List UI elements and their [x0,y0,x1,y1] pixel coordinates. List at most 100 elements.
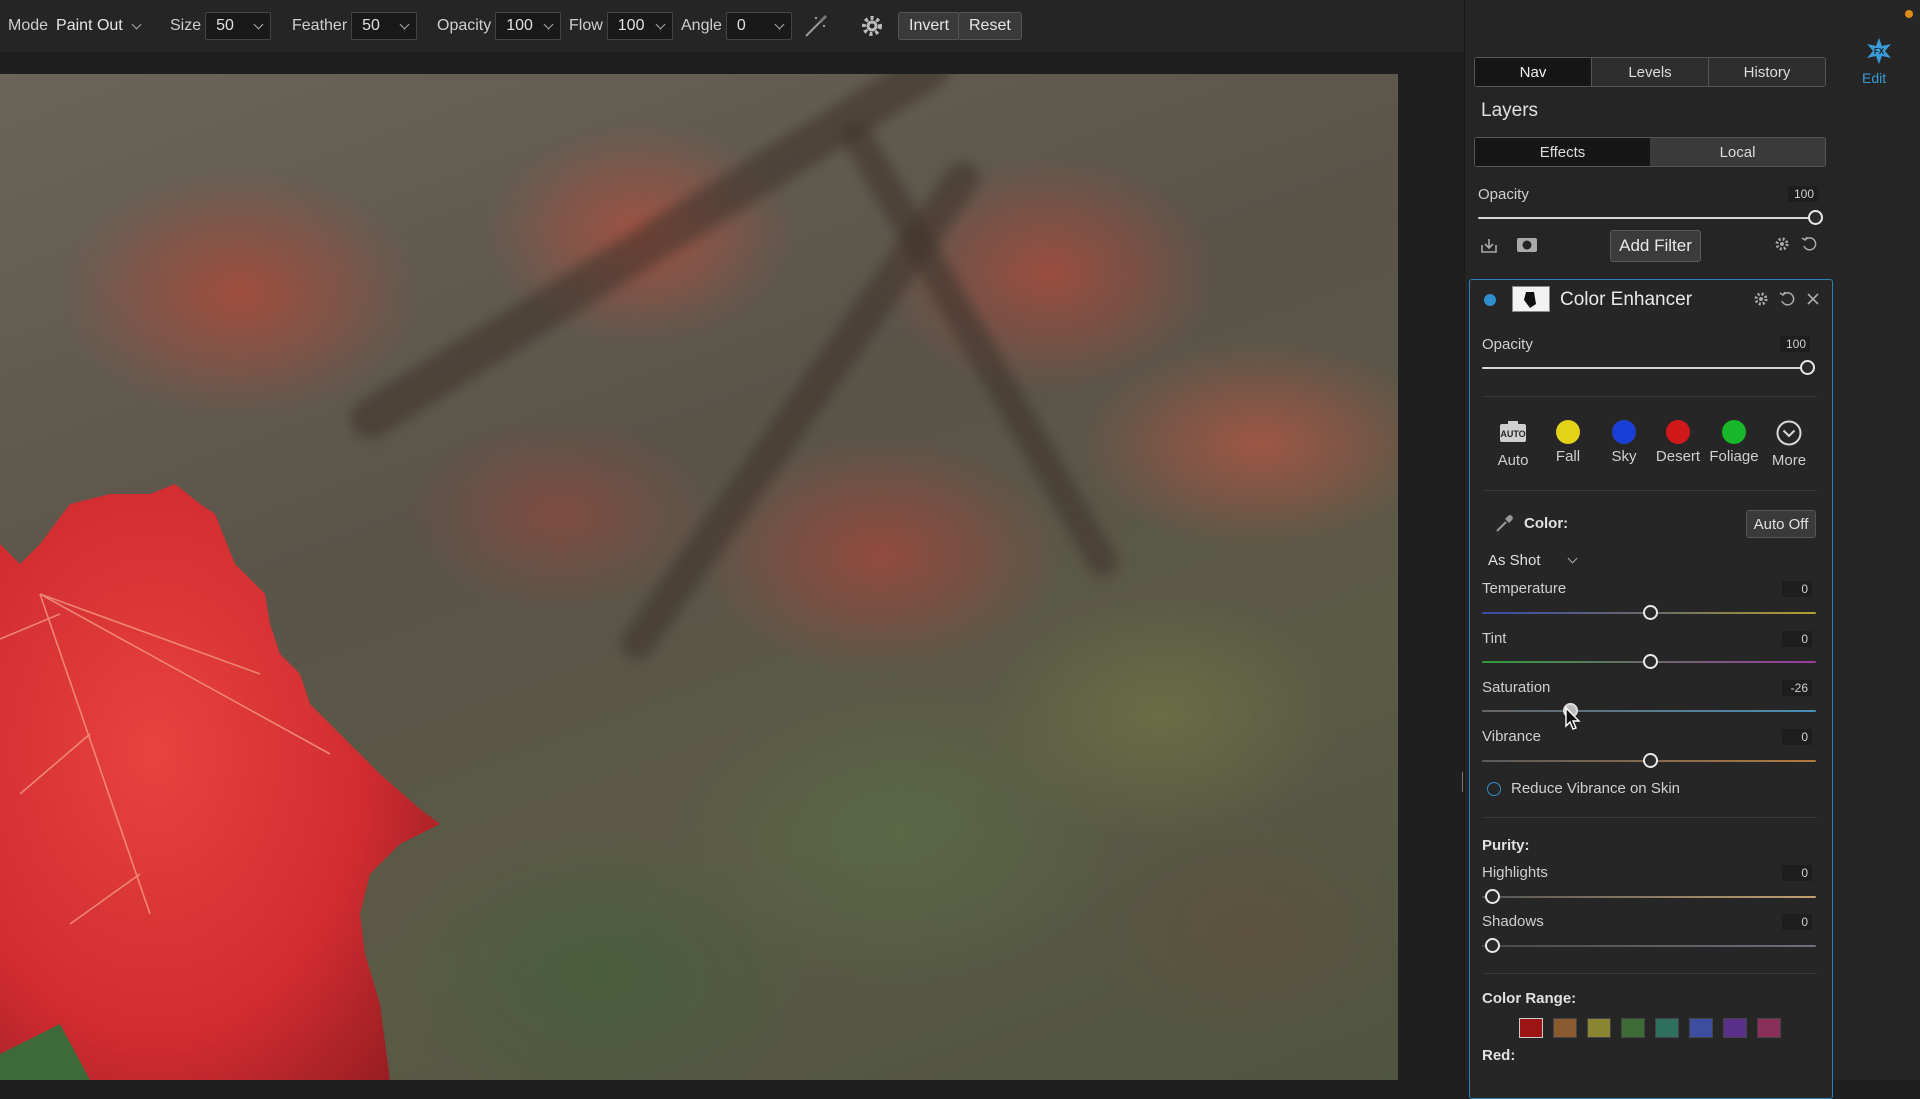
color-range-swatch-red[interactable] [1519,1018,1543,1038]
tab-nav[interactable]: Nav [1475,58,1592,86]
vibrance-handle[interactable] [1643,753,1658,768]
tab-history[interactable]: History [1709,58,1825,86]
foliage-color-dot [1722,420,1746,444]
angle-value: 0 [736,17,746,34]
color-range-swatch-yellow[interactable] [1587,1018,1611,1038]
preset-desert[interactable]: Desert [1651,420,1705,465]
color-section-label: Color: [1524,515,1569,532]
saturation-label: Saturation [1482,679,1551,696]
filter-reset-icon[interactable] [1779,291,1795,311]
radio-circle-icon [1487,781,1501,796]
auto-icon: AUTO [1500,421,1526,442]
auto-off-button[interactable]: Auto Off [1746,510,1816,538]
temperature-label: Temperature [1482,580,1567,597]
filter-opacity-track[interactable] [1482,367,1806,369]
color-range-swatch-magenta[interactable] [1757,1018,1781,1038]
preset-foliage[interactable]: Foliage [1707,420,1761,465]
saturation-track[interactable] [1482,710,1816,712]
mode-select[interactable]: Paint Out [56,17,142,35]
preset-sky[interactable]: Sky [1597,420,1651,465]
shadows-label: Shadows [1482,913,1544,930]
angle-label: Angle [681,17,722,34]
feather-select[interactable]: 50 [351,12,418,40]
edit-module-label[interactable]: Edit [1862,70,1886,86]
filter-opacity-label: Opacity [1482,336,1533,353]
opacity-select[interactable]: 100 [495,12,562,40]
invert-button[interactable]: Invert [898,12,961,40]
filter-enabled-toggle[interactable] [1483,293,1497,311]
mouse-cursor-icon [1564,706,1582,736]
filter-settings-gear-icon[interactable] [1753,291,1769,311]
chevron-down-icon [543,19,554,29]
divider [1483,490,1817,491]
reduce-vibrance-checkbox[interactable]: Reduce Vibrance on Skin [1487,780,1680,797]
color-range-label: Color Range: [1482,990,1577,1007]
layer-type-tabs: Effects Local [1474,137,1826,167]
image-canvas[interactable] [0,74,1398,1080]
layer-opacity-label: Opacity [1478,186,1529,203]
flow-select[interactable]: 100 [606,12,673,40]
tint-handle[interactable] [1643,654,1658,669]
color-range-swatch-orange[interactable] [1553,1018,1577,1038]
effects-module-icon[interactable]: FX [1864,36,1894,70]
white-balance-select[interactable]: As Shot [1488,552,1577,569]
tab-levels[interactable]: Levels [1592,58,1709,86]
preset-more-label: More [1771,452,1807,469]
layer-opacity-value[interactable]: 100 [1788,186,1818,202]
layer-settings-gear-icon[interactable] [1774,236,1790,256]
chevron-down-icon [774,19,785,29]
white-balance-value: As Shot [1488,552,1541,569]
filter-mask-thumbnail[interactable] [1512,286,1550,316]
desert-color-dot [1666,420,1690,444]
highlights-handle[interactable] [1485,889,1500,904]
chevron-down-icon [655,19,666,29]
highlights-value[interactable]: 0 [1782,865,1812,881]
reset-button[interactable]: Reset [958,12,1022,40]
angle-select[interactable]: 0 [725,12,792,40]
color-range-swatch-cyan[interactable] [1655,1018,1679,1038]
layer-opacity-handle[interactable] [1808,210,1823,225]
layer-opacity-track[interactable] [1478,217,1814,219]
flow-value: 100 [617,17,645,34]
shadows-track[interactable] [1482,945,1816,947]
feather-value: 50 [362,17,380,34]
layer-reset-icon[interactable] [1801,236,1817,256]
opacity-label: Opacity [437,17,492,34]
tint-value[interactable]: 0 [1782,631,1812,647]
fall-color-dot [1556,420,1580,444]
color-range-swatch-green[interactable] [1621,1018,1645,1038]
add-filter-button[interactable]: Add Filter [1610,230,1701,262]
color-range-swatch-blue[interactable] [1689,1018,1713,1038]
size-label: Size [170,17,202,34]
preset-fall[interactable]: Fall [1541,420,1595,465]
brush-picker-icon[interactable] [802,0,830,52]
temperature-value[interactable]: 0 [1782,581,1812,597]
highlights-label: Highlights [1482,864,1548,881]
vibrance-value[interactable]: 0 [1782,729,1812,745]
color-range-swatch-purple[interactable] [1723,1018,1747,1038]
import-layer-icon[interactable] [1480,237,1498,259]
feather-label: Feather [292,17,348,34]
brush-toolbar: Mode Paint Out Size 50 Feather 50 Opacit… [0,0,1464,52]
filter-opacity-handle[interactable] [1800,360,1815,375]
opacity-value: 100 [506,17,533,34]
filter-opacity-value[interactable]: 100 [1780,336,1810,352]
nav-tabs: Nav Levels History [1474,57,1826,87]
size-select[interactable]: 50 [205,12,272,40]
eyedropper-icon[interactable] [1494,514,1514,538]
shadows-handle[interactable] [1485,938,1500,953]
tab-local[interactable]: Local [1650,138,1825,166]
preset-auto[interactable]: AUTO Auto [1486,420,1540,469]
gear-icon[interactable] [859,0,885,52]
preset-more[interactable]: More [1762,420,1816,469]
highlights-track[interactable] [1482,896,1816,898]
shadows-value[interactable]: 0 [1782,914,1812,930]
saturation-value[interactable]: -26 [1782,680,1812,696]
purity-section-label: Purity: [1482,837,1530,854]
mask-icon[interactable] [1516,236,1538,258]
close-icon[interactable] [1805,291,1821,311]
chevron-down-icon [399,19,410,29]
temperature-handle[interactable] [1643,605,1658,620]
tab-effects[interactable]: Effects [1475,138,1650,166]
size-value: 50 [216,17,234,34]
